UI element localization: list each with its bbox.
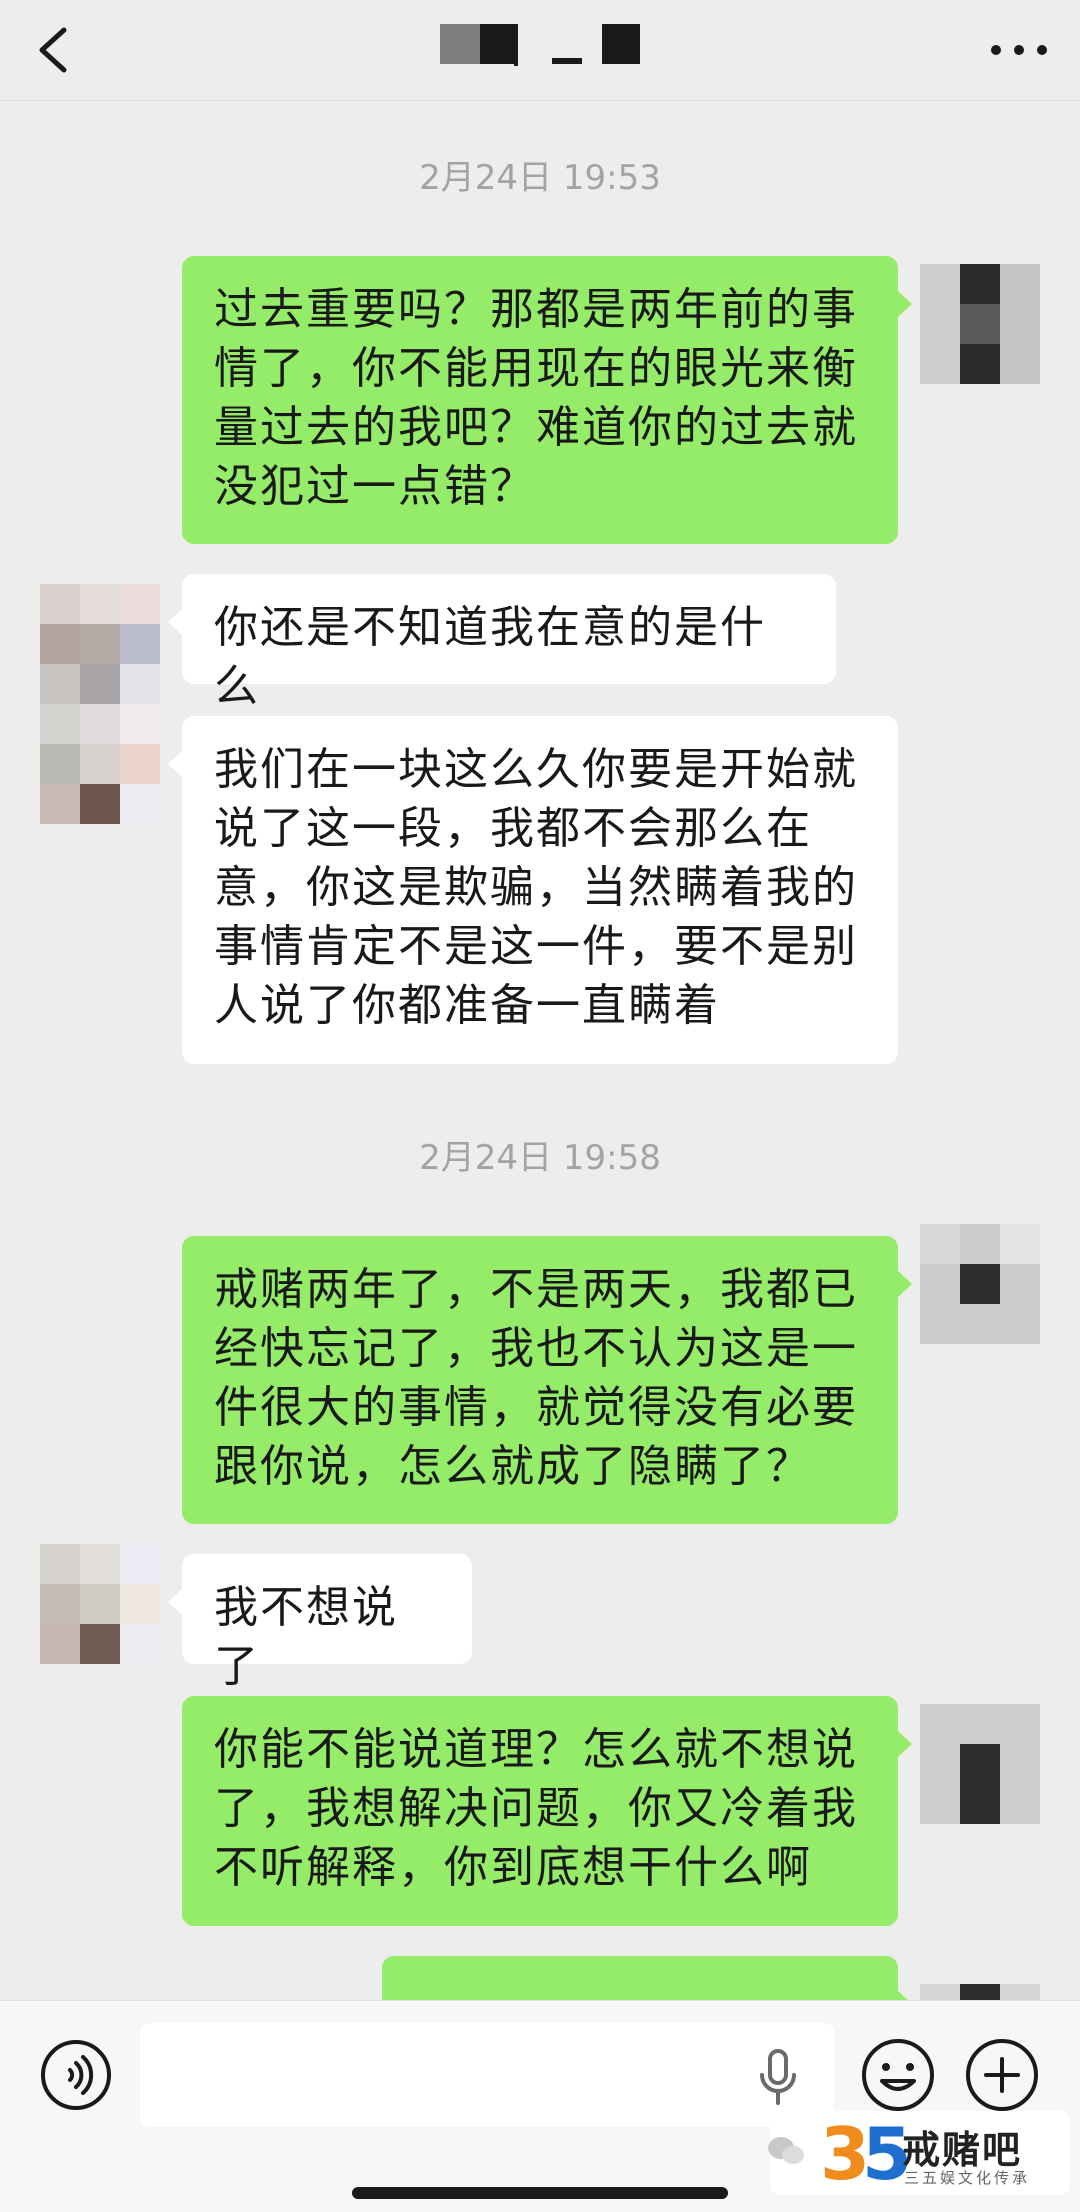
watermark-subtitle: 三五娱文化传承	[904, 2169, 1031, 2187]
emoji-icon[interactable]	[860, 2037, 936, 2113]
chat-header	[0, 0, 1080, 101]
microphone-icon[interactable]	[750, 2047, 806, 2107]
home-indicator	[352, 2187, 728, 2199]
incoming-message[interactable]: 我不想说了	[168, 1554, 472, 1692]
outgoing-message[interactable]: 过去重要吗？那都是两年前的事 情了，你不能用现在的眼光来衡 量过去的我吧？难道你…	[182, 256, 912, 544]
voice-mode-icon[interactable]	[40, 2039, 112, 2111]
timestamp: 2月24日 19:53	[419, 158, 661, 198]
my-avatar[interactable]	[920, 1704, 1040, 1824]
outgoing-message[interactable]: 你能不能说道理？怎么就不想说 了，我想解决问题，你又冷着我 不听解释，你到底想干…	[182, 1696, 912, 1926]
my-avatar[interactable]	[920, 264, 1040, 384]
watermark: 3 5 戒赌吧 三五娱文化传承	[768, 2111, 1070, 2195]
chevron-left-icon[interactable]	[28, 22, 84, 78]
timestamp: 2月24日 19:58	[419, 1138, 661, 1178]
wechat-icon	[768, 2137, 804, 2164]
incoming-message[interactable]: 你还是不知道我在意的是什么	[168, 574, 836, 712]
message-input[interactable]	[140, 2023, 834, 2127]
my-avatar[interactable]	[920, 1224, 1040, 1344]
outgoing-message[interactable]: 戒赌两年了，不是两天，我都已 经快忘记了，我也不认为这是一 件很大的事情，就觉得…	[182, 1236, 912, 1524]
incoming-message[interactable]: 我们在一块这么久你要是开始就 说了这一段，我都不会那么在 意，你这是欺骗，当然瞒…	[168, 716, 898, 1064]
contact-avatar[interactable]	[40, 584, 160, 824]
watermark-title: 戒赌吧	[902, 2128, 1023, 2172]
plus-circle-icon[interactable]	[964, 2037, 1040, 2113]
contact-avatar[interactable]	[40, 1544, 160, 1664]
more-dots-icon[interactable]	[984, 22, 1054, 78]
